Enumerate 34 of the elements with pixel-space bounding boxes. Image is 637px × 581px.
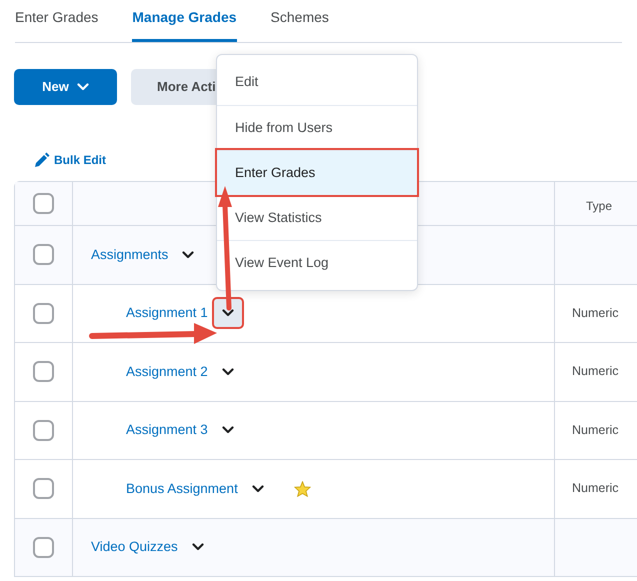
menu-item[interactable]: Enter Grades — [217, 150, 417, 195]
grade-item-link[interactable]: Assignment 1 — [126, 303, 208, 324]
tab[interactable]: Enter Grades — [15, 7, 98, 42]
new-button[interactable]: New — [14, 69, 117, 105]
context-menu-button[interactable] — [214, 299, 242, 328]
grade-item-link[interactable]: Assignment 3 — [126, 420, 208, 440]
tab[interactable]: Schemes — [270, 7, 329, 42]
row-checkbox[interactable] — [33, 302, 54, 324]
row-checkbox[interactable] — [33, 420, 54, 441]
row-checkbox[interactable] — [33, 361, 54, 382]
category-link[interactable]: Assignments — [91, 244, 168, 265]
column-header: Type — [585, 198, 612, 215]
chevron-down-icon — [192, 543, 204, 552]
type-cell-text: Numeric — [572, 304, 619, 322]
menu-item[interactable]: View Event Log — [217, 240, 417, 285]
type-cell-text: Numeric — [572, 363, 619, 380]
grade-item-link[interactable]: Assignment 2 — [126, 362, 208, 382]
type-cell-text: Numeric — [572, 422, 619, 439]
row-checkbox[interactable] — [33, 536, 54, 558]
pencil-icon — [33, 152, 50, 168]
type-cell-text: Numeric — [572, 480, 619, 498]
category-link[interactable]: Video Quizzes — [91, 537, 178, 558]
chevron-down-icon — [222, 426, 234, 434]
chevron-down-icon — [252, 484, 264, 493]
bulk-edit-button[interactable]: Bulk Edit — [54, 151, 106, 169]
tab[interactable]: Manage Grades — [132, 7, 237, 42]
row-checkbox[interactable] — [33, 193, 54, 214]
chevron-down-icon — [222, 368, 234, 376]
row-checkbox[interactable] — [33, 478, 54, 500]
row-checkbox[interactable] — [33, 244, 54, 266]
grade-item-link[interactable]: Bonus Assignment — [126, 478, 238, 499]
chevron-down-icon — [182, 250, 194, 259]
chevron-down-icon — [222, 309, 234, 318]
chevron-down-icon — [76, 83, 89, 91]
